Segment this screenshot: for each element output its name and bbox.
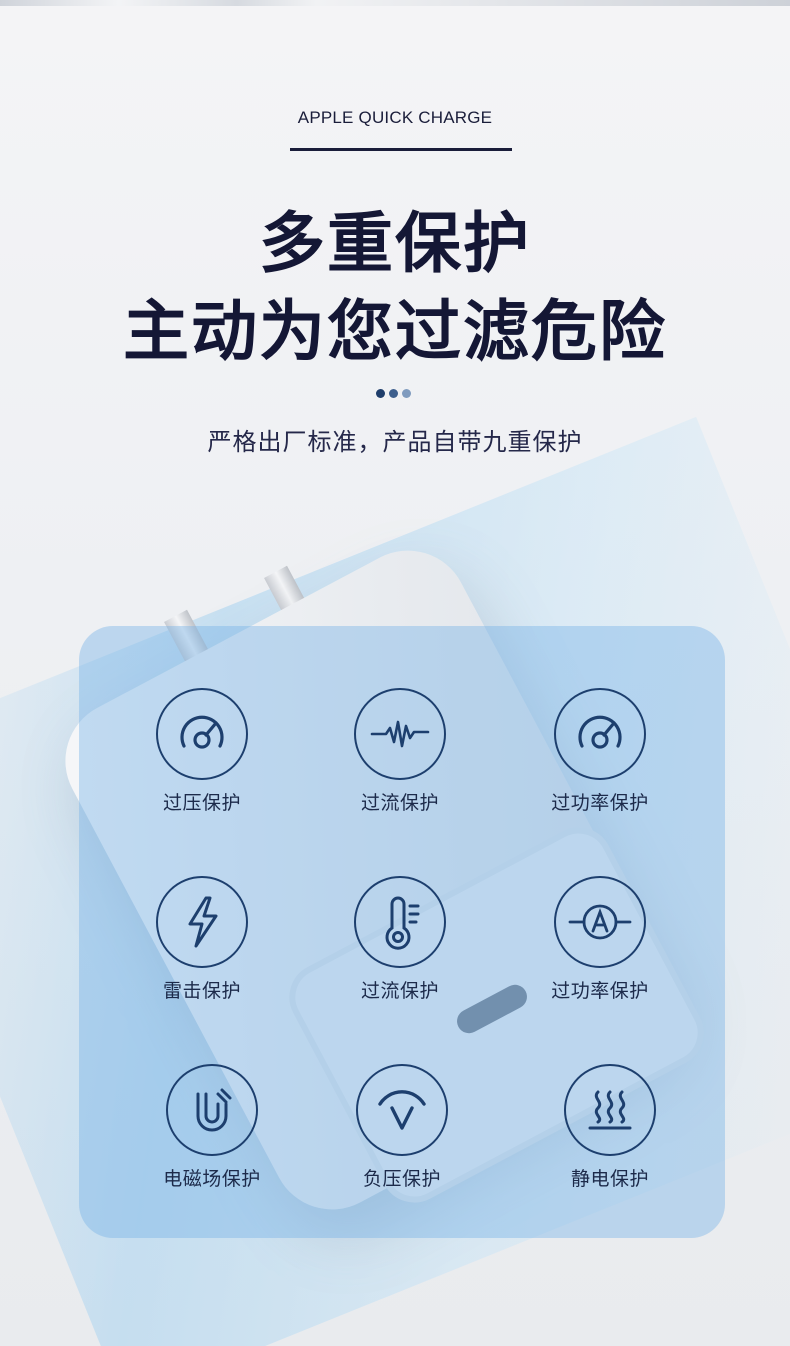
feature-item: 电磁场保护	[132, 1064, 292, 1214]
thermometer-icon	[354, 876, 446, 968]
eyebrow-title: APPLE QUICK CHARGE	[297, 108, 493, 127]
headline-line-2: 主动为您过滤危险	[123, 293, 667, 370]
gauge-icon	[156, 688, 248, 780]
feature-label: 过功率保护	[551, 792, 649, 814]
feature-item: 负压保护	[322, 1064, 482, 1214]
decorative-dots	[376, 389, 411, 398]
feature-item: 过流保护	[320, 876, 480, 1026]
feature-item: 过压保护	[122, 688, 282, 838]
top-image-edge	[0, 0, 790, 6]
feature-item: 过流保护	[320, 688, 480, 838]
gauge-icon	[554, 688, 646, 780]
feature-label: 负压保护	[362, 1168, 441, 1190]
ammeter-icon	[554, 876, 646, 968]
feature-item: 过功率保护	[520, 876, 680, 1026]
eyebrow-divider	[290, 148, 512, 151]
feature-item: 过功率保护	[520, 688, 680, 838]
feature-label: 雷击保护	[162, 980, 241, 1002]
feature-label: 静电保护	[570, 1168, 649, 1190]
feature-label: 过流保护	[360, 792, 439, 814]
magnet-icon	[166, 1064, 258, 1156]
waveform-icon	[354, 688, 446, 780]
static-heat-icon	[564, 1064, 656, 1156]
feature-label: 过流保护	[360, 980, 439, 1002]
dot-2	[389, 389, 398, 398]
headline-line-1: 多重保护	[259, 205, 531, 282]
protection-feature-card: 过压保护 过流保护 过功率保护 雷击保护 过流保护 过功率保护 电磁场保护 负压…	[79, 626, 725, 1238]
lightning-icon	[156, 876, 248, 968]
dot-3	[402, 389, 411, 398]
negative-voltage-icon	[356, 1064, 448, 1156]
feature-item: 雷击保护	[122, 876, 282, 1026]
dot-1	[376, 389, 385, 398]
feature-label: 电磁场保护	[163, 1168, 261, 1190]
feature-label: 过功率保护	[551, 980, 649, 1002]
feature-label: 过压保护	[162, 792, 241, 814]
feature-item: 静电保护	[530, 1064, 690, 1214]
product-feature-page: APPLE QUICK CHARGE 多重保护 主动为您过滤危险 严格出厂标准，…	[0, 0, 790, 1346]
